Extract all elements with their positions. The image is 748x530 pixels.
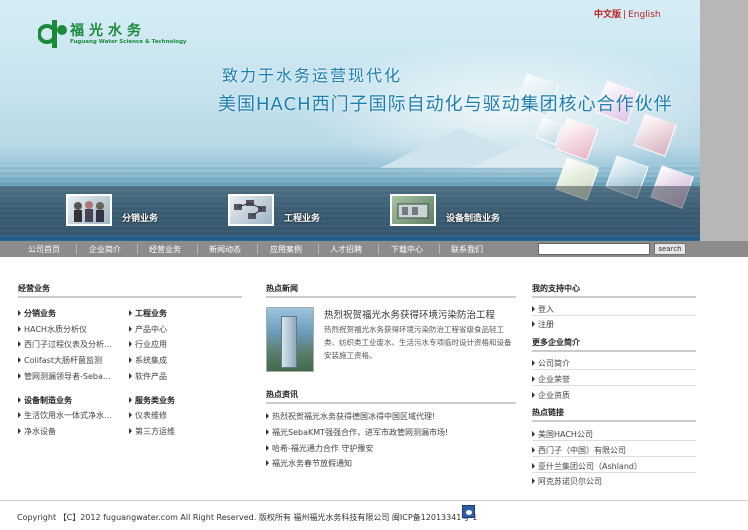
news-photo[interactable] <box>266 307 314 372</box>
search-button[interactable]: search <box>654 243 686 255</box>
link-item[interactable]: 美国HACH公司 <box>532 429 593 440</box>
news-body: 热烈祝贺福光水务获得环境污染防治工程省级食品轻工类、纺织类工业废水、生活污水专项… <box>324 325 512 360</box>
nav-divider <box>137 244 138 254</box>
manufacturing-heading[interactable]: 设备制造业务 <box>18 395 72 406</box>
lang-english-link[interactable]: English <box>628 10 661 20</box>
nav-divider <box>76 244 77 254</box>
hot-info-title: 热点资讯 <box>266 390 298 399</box>
engineering-heading[interactable]: 工程业务 <box>129 308 167 319</box>
logo-english-name: Fuguang Water Science & Technology <box>70 39 187 45</box>
service-item[interactable]: 仪表维修 <box>129 410 167 421</box>
manufacturing-item[interactable]: 净水设备 <box>18 426 56 437</box>
service-heading[interactable]: 服务类业务 <box>129 395 175 406</box>
links-title: 热点链接 <box>532 408 564 417</box>
more-title: 更多企业简介 <box>532 338 580 347</box>
manufacturing-item[interactable]: 生活饮用水一体式净水... <box>18 410 112 421</box>
row-divider <box>532 440 696 441</box>
nav-item-home[interactable]: 公司首页 <box>28 244 60 255</box>
distribution-heading[interactable]: 分销业务 <box>18 308 56 319</box>
paw-badge-icon[interactable] <box>462 505 475 518</box>
news-rule <box>266 296 516 298</box>
logo-mark-icon <box>38 20 67 48</box>
service-manufacturing[interactable]: 设备制造业务 <box>390 192 520 232</box>
hero-banner: 福光水务 Fuguang Water Science & Technology … <box>0 0 700 241</box>
company-logo[interactable]: 福光水务 Fuguang Water Science & Technology <box>38 18 186 52</box>
logo-chinese-name: 福光水务 <box>70 23 146 39</box>
engineering-item[interactable]: 软件产品 <box>129 371 167 382</box>
more-rule <box>532 350 696 352</box>
lang-separator: | <box>623 10 627 20</box>
service-engineering[interactable]: 工程业务 <box>228 192 338 232</box>
nav-divider <box>257 244 258 254</box>
info-rule <box>266 402 516 404</box>
distribution-item[interactable]: 西门子过程仪表及分析... <box>18 339 112 350</box>
lang-chinese-link[interactable]: 中文版 <box>594 10 621 20</box>
service-manufacturing-label: 设备制造业务 <box>446 214 501 224</box>
link-item[interactable]: 阿克苏诺贝尔公司 <box>532 476 602 487</box>
service-engineering-image <box>228 194 274 226</box>
info-item[interactable]: 热烈祝贺福光水务获得德国冰得中国区域代理! <box>265 411 435 422</box>
more-item[interactable]: 公司简介 <box>532 358 570 369</box>
service-manufacturing-image <box>390 194 436 226</box>
distribution-item[interactable]: Colifast大肠杆菌监测 <box>18 355 102 366</box>
engineering-item[interactable]: 行业应用 <box>129 339 167 350</box>
nav-item-cases[interactable]: 应用案例 <box>270 244 302 255</box>
register-link[interactable]: 注册 <box>532 319 554 330</box>
support-rule <box>532 296 696 298</box>
row-divider <box>532 472 696 473</box>
row-divider <box>532 369 696 370</box>
engineering-item[interactable]: 产品中心 <box>129 324 167 335</box>
support-title: 我的支持中心 <box>532 284 580 293</box>
nav-divider <box>378 244 379 254</box>
news-headline[interactable]: 热烈祝贺福光水务获得环境污染防治工程 <box>324 307 495 321</box>
more-item[interactable]: 企业荣誉 <box>532 374 570 385</box>
nav-divider <box>318 244 319 254</box>
nav-item-about[interactable]: 企业简介 <box>89 244 121 255</box>
info-item[interactable]: 福光SebaKMT强强合作，进军市政管网测漏市场! <box>265 427 448 438</box>
info-item[interactable]: 福光水务春节放假通知 <box>266 458 352 469</box>
slogan-line-2: 美国HACH西门子国际自动化与驱动集团核心合作伙伴 <box>218 94 673 115</box>
business-rule <box>18 296 242 298</box>
engineering-item[interactable]: 系统集成 <box>129 355 167 366</box>
nav-divider <box>439 244 440 254</box>
nav-item-news[interactable]: 新闻动态 <box>209 244 241 255</box>
right-side-panel <box>700 0 748 241</box>
hot-news-title: 热点新闻 <box>266 284 298 293</box>
language-switcher: 中文版 | English <box>594 7 661 20</box>
info-item[interactable]: 哈希-福光通力合作 守护豫安 <box>265 443 373 454</box>
business-section-title: 经营业务 <box>18 284 50 293</box>
row-divider <box>532 456 696 457</box>
row-divider <box>532 315 696 316</box>
nav-item-downloads[interactable]: 下载中心 <box>391 244 423 255</box>
nav-item-business[interactable]: 经营业务 <box>149 244 181 255</box>
nav-divider <box>197 244 198 254</box>
slogan-line-1: 致力于水务运营现代化 <box>222 66 403 85</box>
link-item[interactable]: 西门子（中国）有限公司 <box>532 445 626 456</box>
service-item[interactable]: 第三方运维 <box>129 426 175 437</box>
service-distribution[interactable]: 分销业务 <box>66 192 176 232</box>
service-distribution-image <box>66 194 112 226</box>
login-link[interactable]: 登入 <box>532 304 554 315</box>
nav-item-contact[interactable]: 联系我们 <box>451 244 483 255</box>
row-divider <box>532 385 696 386</box>
more-item[interactable]: 企业资质 <box>532 390 570 401</box>
links-rule <box>532 420 696 422</box>
service-distribution-label: 分销业务 <box>122 214 159 224</box>
distribution-item[interactable]: HACH水质分析仪 <box>18 324 87 335</box>
footer-copyright: Copyright 【C】2012 fuguangwater.com All R… <box>17 513 478 522</box>
nav-item-jobs[interactable]: 人才招聘 <box>330 244 362 255</box>
service-engineering-label: 工程业务 <box>284 214 321 224</box>
distribution-item[interactable]: 管网测漏领导者-Seba... <box>18 371 111 382</box>
link-item[interactable]: 亚什兰集团公司（Ashland） <box>532 461 642 472</box>
search-input[interactable] <box>538 243 650 255</box>
